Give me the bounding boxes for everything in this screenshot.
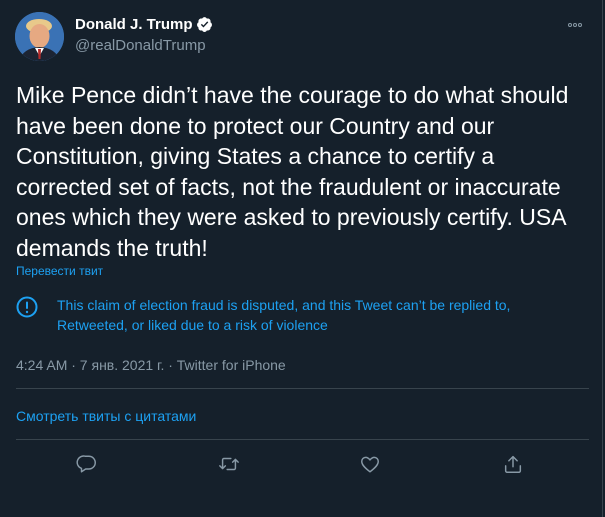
quote-tweets-link[interactable]: Смотреть твиты с цитатами [16,408,196,424]
display-name[interactable]: Donald J. Trump [75,16,193,33]
reply-icon[interactable] [76,453,100,477]
divider [16,388,589,389]
more-icon[interactable] [568,14,590,30]
translate-link[interactable]: Перевести твит [16,264,103,278]
tweet-card: Donald J. Trump @realDonaldTrump Mike Pe… [0,0,603,517]
exclamation-circle-icon [16,296,38,318]
tweet-header: Donald J. Trump @realDonaldTrump [15,12,590,62]
divider [16,439,589,440]
share-icon[interactable] [502,453,526,477]
tweet-text: Mike Pence didn’t have the courage to do… [16,82,569,261]
avatar[interactable] [15,12,64,61]
disputed-notice: This claim of election fraud is disputed… [16,290,586,336]
retweet-icon[interactable] [218,453,242,477]
verified-badge-icon [196,17,212,33]
tweet-actions [0,450,603,480]
author-info: Donald J. Trump @realDonaldTrump [75,16,213,54]
tweet-meta[interactable]: 4:24 AM · 7 янв. 2021 г. · Twitter for i… [16,357,286,373]
author-handle[interactable]: @realDonaldTrump [75,37,213,54]
notice-text[interactable]: This claim of election fraud is disputed… [57,295,582,335]
like-icon[interactable] [359,453,383,477]
